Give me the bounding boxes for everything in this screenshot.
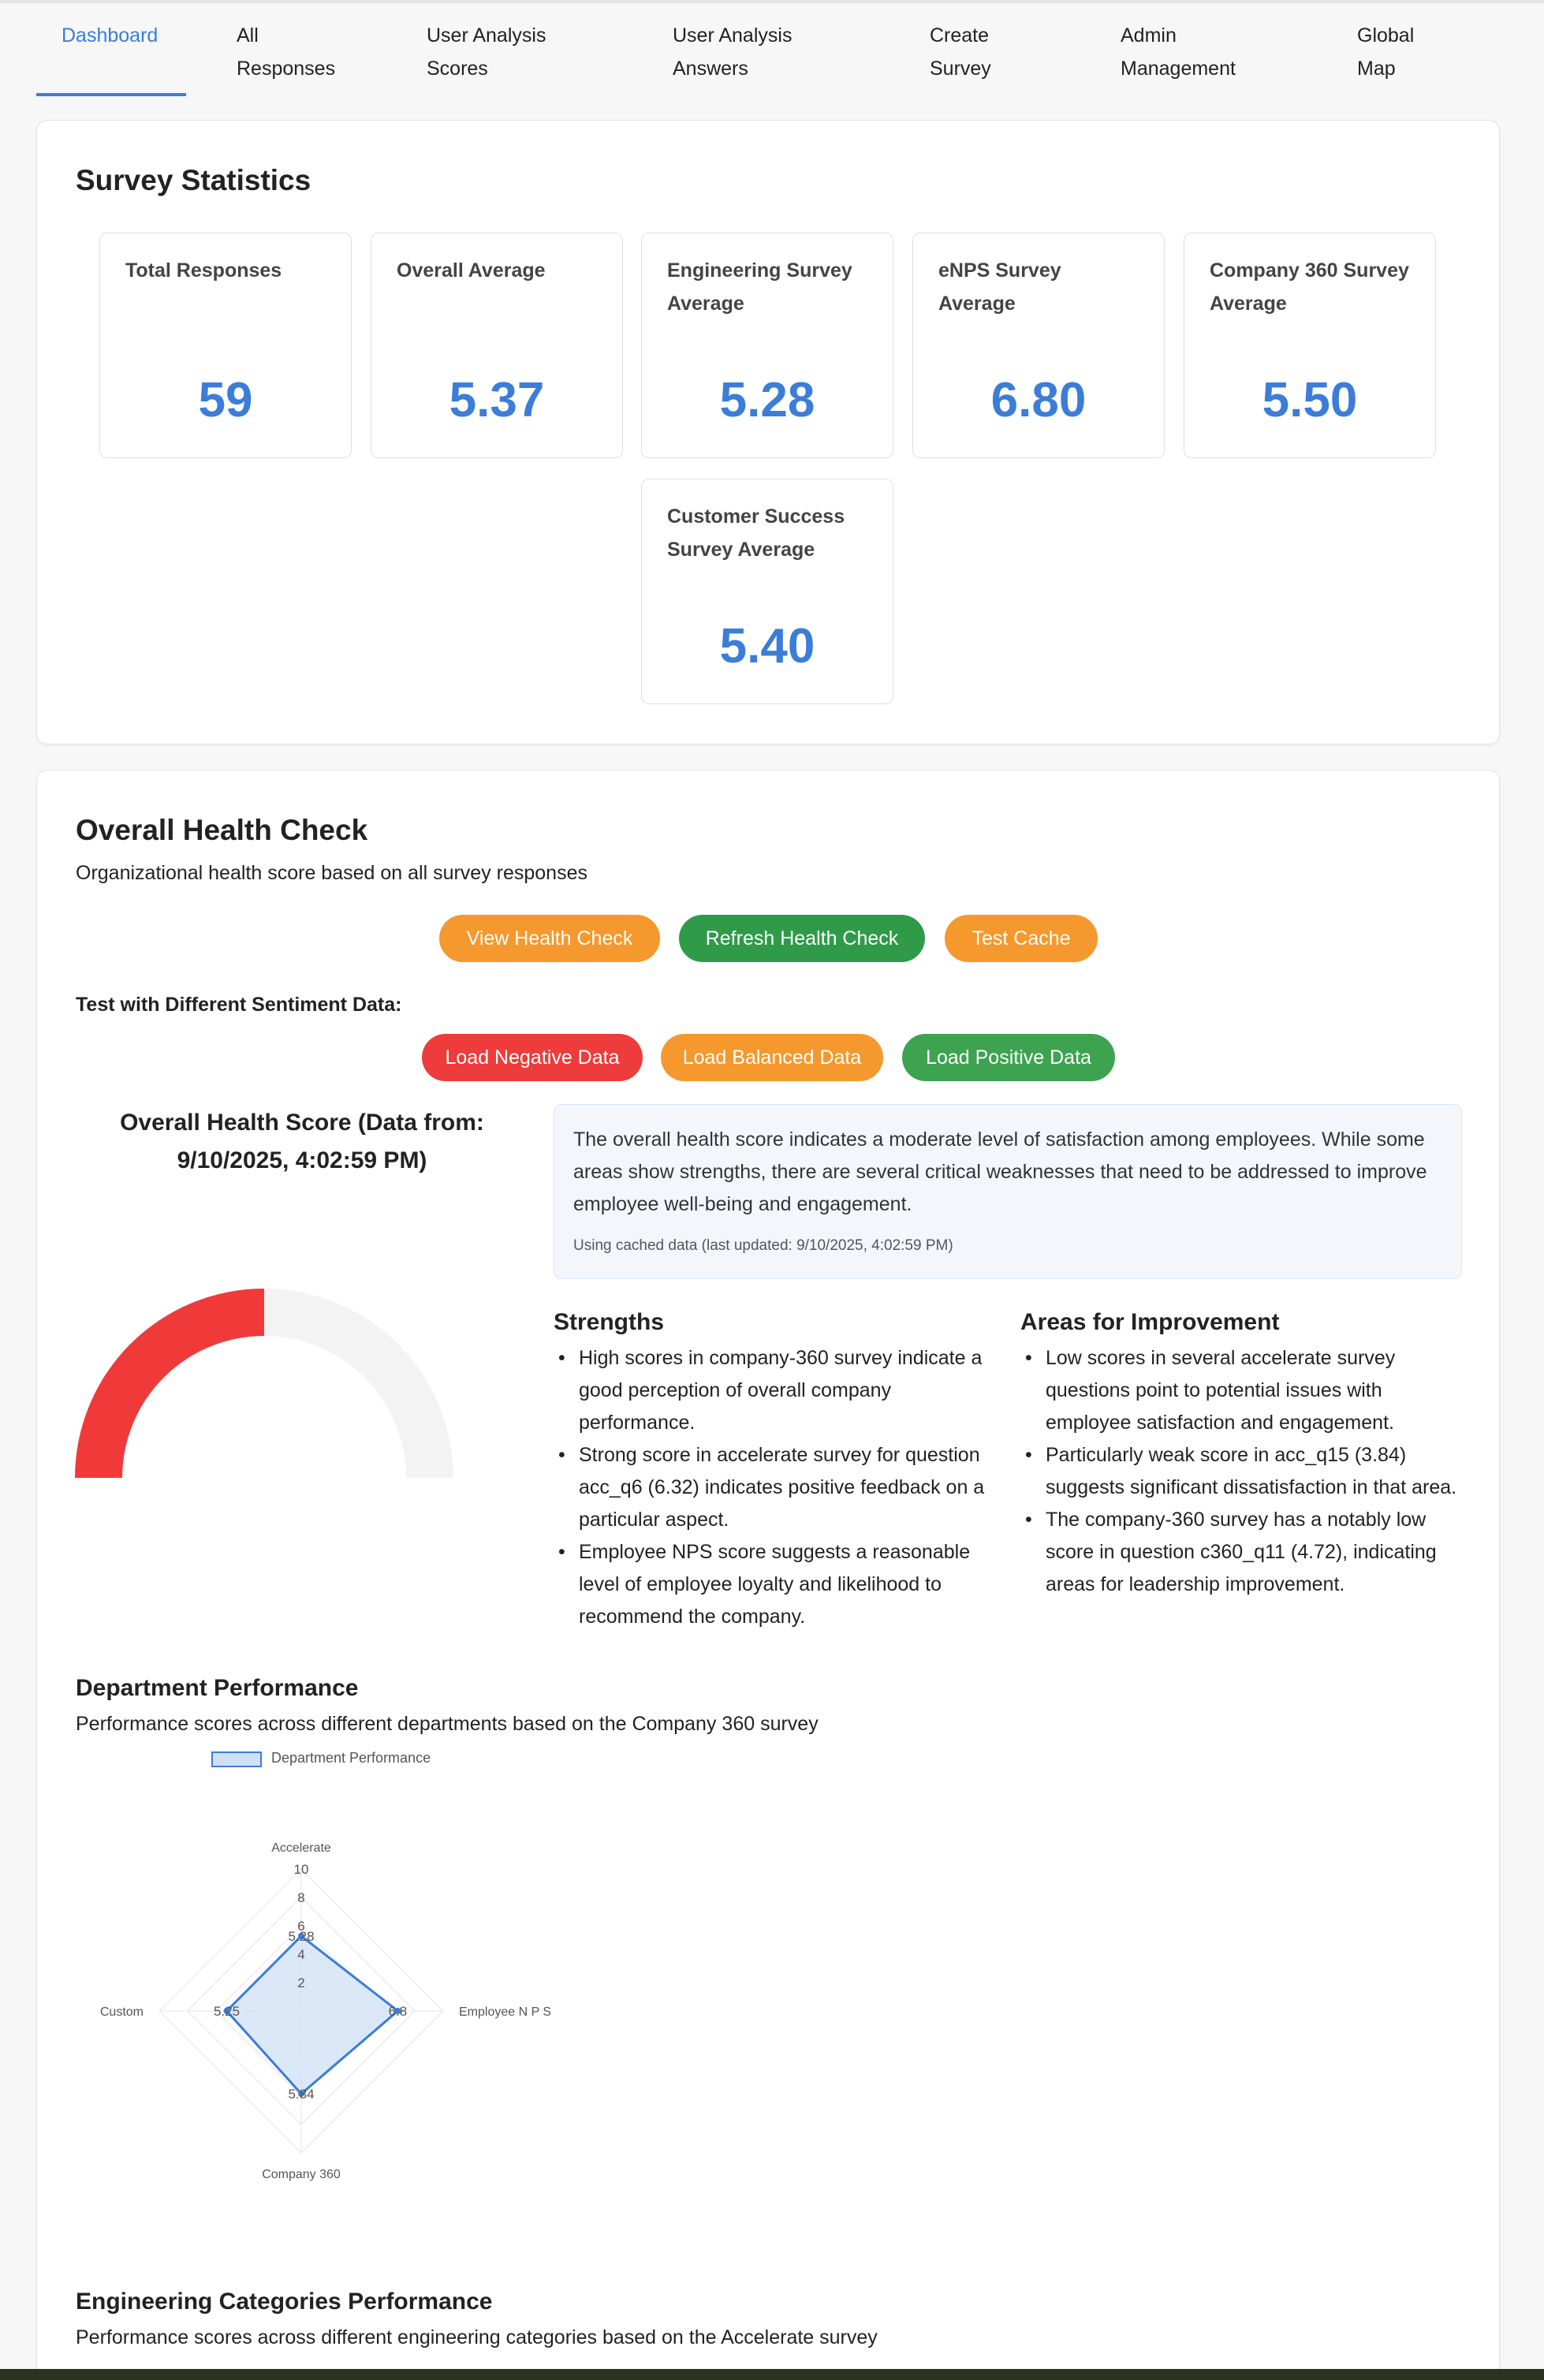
test-cache-button[interactable]: Test Cache: [945, 915, 1098, 962]
stat-label: Company 360 Survey Average: [1210, 259, 1409, 315]
gauge-fill: [75, 1289, 264, 1478]
stat-label: eNPS Survey Average: [938, 259, 1061, 315]
radar-category-label: Employee N P S: [459, 2005, 551, 2019]
list-item: High scores in company-360 survey indica…: [554, 1342, 1011, 1439]
tab-label: Survey: [930, 58, 991, 80]
tab-user-analysis-answers[interactable]: User Analysis Answers: [673, 19, 792, 85]
list-item: Particularly weak score in acc_q15 (3.84…: [1020, 1439, 1462, 1504]
tab-label: Admin: [1121, 24, 1177, 47]
tab-label: Answers: [673, 58, 748, 80]
radar-data-label: 5.84: [288, 2087, 314, 2102]
radar-category-label: Company 360: [262, 2168, 341, 2181]
stat-value: 5.50: [1262, 373, 1358, 427]
load-positive-data-button[interactable]: Load Positive Data: [902, 1034, 1115, 1081]
stat-card-customer-success-average: Customer Success Survey Average 5.40: [641, 479, 893, 704]
stat-card-total-responses: Total Responses 59: [99, 233, 352, 458]
stat-value: 5.28: [719, 373, 815, 427]
legend-label[interactable]: Department Performance: [271, 1750, 431, 1766]
tab-label: Responses: [237, 58, 336, 80]
health-summary-box: The overall health score indicates a mod…: [554, 1104, 1462, 1279]
stat-card-engineering-average: Engineering Survey Average 5.28: [641, 233, 893, 458]
desktop-background-strip: [0, 2369, 1544, 2380]
stat-card-overall-average: Overall Average 5.37: [371, 233, 623, 458]
improvements-list: Low scores in several accelerate survey …: [1020, 1342, 1462, 1601]
top-nav: Dashboard All Responses User Analysis Sc…: [0, 3, 1544, 96]
radar-tick-label: 8: [297, 1890, 304, 1905]
department-performance-subtitle: Performance scores across different depa…: [76, 1713, 819, 1735]
engineering-performance-subtitle: Performance scores across different engi…: [76, 2326, 878, 2348]
tab-label: Global: [1357, 24, 1415, 47]
list-item: Low scores in several accelerate survey …: [1020, 1342, 1462, 1439]
list-item: The company-360 survey has a notably low…: [1020, 1504, 1462, 1601]
section-subtitle: Organizational health score based on all…: [76, 862, 587, 884]
engineering-performance-title: Engineering Categories Performance: [76, 2289, 493, 2315]
tab-all-responses[interactable]: All Responses: [237, 19, 335, 85]
stat-card-enps-average: eNPS Survey Average 6.80: [912, 233, 1165, 458]
tab-user-analysis-scores[interactable]: User Analysis Scores: [427, 19, 546, 85]
radar-category-label: Accelerate: [271, 1841, 331, 1855]
refresh-health-check-button[interactable]: Refresh Health Check: [679, 915, 925, 962]
active-tab-indicator: [36, 93, 186, 96]
tab-label: Create: [930, 24, 990, 47]
section-title: Survey Statistics: [76, 164, 311, 196]
tab-admin-management[interactable]: Admin Management: [1121, 19, 1236, 85]
list-item: Strong score in accelerate survey for qu…: [554, 1439, 1011, 1536]
strengths-heading: Strengths: [554, 1309, 665, 1335]
department-performance-title: Department Performance: [76, 1675, 359, 1701]
stat-label: Customer Success Survey Average: [667, 505, 845, 561]
tab-label: Dashboard: [62, 24, 159, 47]
view-health-check-button[interactable]: View Health Check: [439, 915, 660, 962]
strengths-list: High scores in company-360 survey indica…: [554, 1342, 1011, 1633]
tab-label: User Analysis: [427, 24, 546, 47]
tab-label: Management: [1121, 58, 1236, 80]
sentiment-label: Test with Different Sentiment Data:: [76, 994, 402, 1016]
load-negative-data-button[interactable]: Load Negative Data: [422, 1034, 643, 1081]
load-balanced-data-button[interactable]: Load Balanced Data: [661, 1034, 883, 1081]
radar-category-label: Custom: [100, 2005, 144, 2019]
tab-global-map[interactable]: Global Map: [1357, 19, 1414, 85]
health-summary-text: The overall health score indicates a mod…: [573, 1128, 1427, 1215]
tab-label: Map: [1357, 58, 1396, 80]
stat-card-company-360-average: Company 360 Survey Average 5.50: [1184, 233, 1436, 458]
radar-data-label: 5.28: [288, 1929, 314, 1944]
radar-series-area: [225, 1934, 400, 2096]
tab-label: Scores: [427, 58, 488, 80]
stat-label: Engineering Survey Average: [667, 259, 852, 315]
health-score-title: Overall Health Score (Data from: 9/10/20…: [120, 1110, 484, 1173]
legend-swatch[interactable]: [211, 1751, 262, 1767]
cache-note: Using cached data (last updated: 9/10/20…: [573, 1237, 953, 1254]
radar-tick-label: 4: [297, 1947, 304, 1962]
stat-value: 59: [198, 373, 253, 427]
department-radar-chart: 2468105.286.85.845.25AccelerateEmployee …: [100, 1841, 551, 2181]
stat-value: 5.37: [449, 373, 545, 427]
radar-data-label: 6.8: [389, 2004, 408, 2019]
radar-data-label: 5.25: [214, 2004, 240, 2019]
tab-label: User Analysis: [673, 24, 793, 47]
stat-label: Overall Average: [397, 259, 546, 282]
tab-create-survey[interactable]: Create Survey: [930, 19, 991, 85]
list-item: Employee NPS score suggests a reasonable…: [554, 1536, 1011, 1633]
tab-label: All: [237, 24, 259, 47]
improvements-heading: Areas for Improvement: [1020, 1309, 1280, 1335]
radar-tick-label: 2: [297, 1975, 304, 1990]
health-score-gauge: [75, 1289, 453, 1478]
tab-dashboard[interactable]: Dashboard: [62, 19, 158, 52]
section-title: Overall Health Check: [76, 814, 368, 846]
radar-tick-label: 10: [294, 1862, 309, 1877]
stat-value: 5.40: [719, 619, 815, 673]
stat-value: 6.80: [990, 373, 1087, 427]
stat-label: Total Responses: [125, 259, 282, 282]
